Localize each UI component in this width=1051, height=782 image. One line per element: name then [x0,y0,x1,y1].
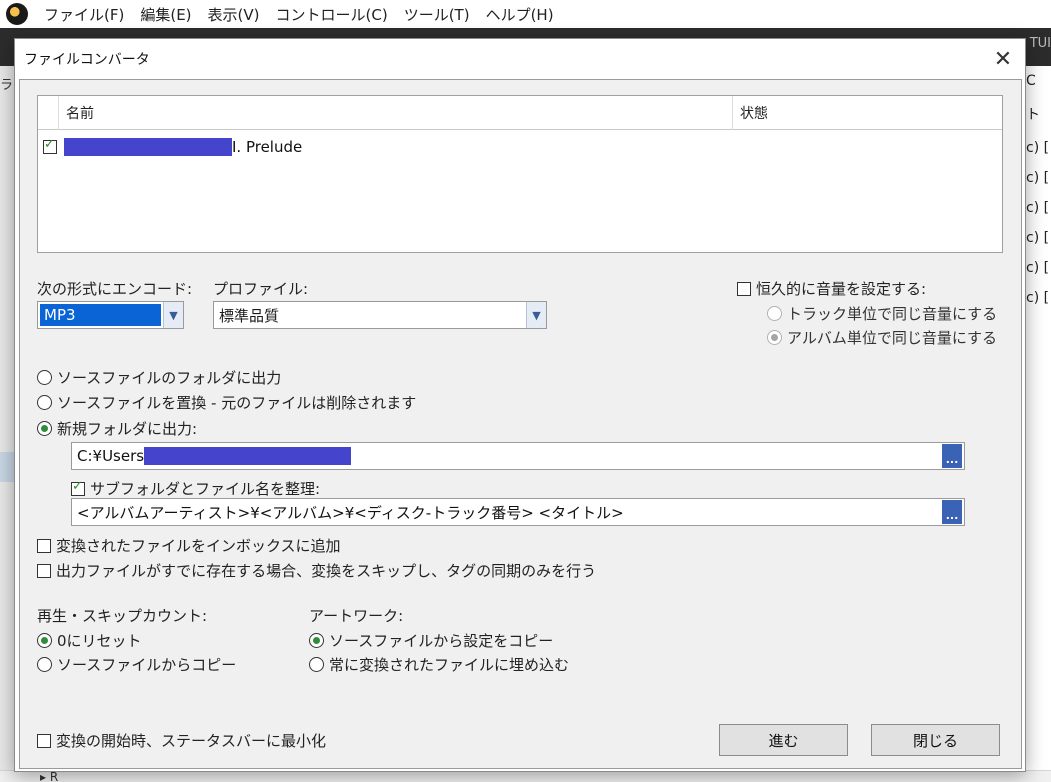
background-right-row: c) [ [1026,290,1050,306]
app-logo-icon[interactable] [6,3,28,25]
add-inbox-checkbox[interactable] [37,538,51,553]
menu-view[interactable]: 表示(V) [208,4,260,25]
profile-value: 標準品質 [219,306,280,325]
volume-album-radio[interactable] [767,330,782,345]
minimize-label: 変換の開始時、ステータスバーに最小化 [56,732,327,750]
volume-album-label: アルバム単位で同じ音量にする [787,329,998,347]
playcount-copy-label: ソースファイルからコピー [57,656,237,674]
output-new-folder-label: 新規フォルダに出力: [57,420,198,438]
artwork-embed-label: 常に変換されたファイルに埋め込む [329,656,570,674]
minimize-checkbox[interactable] [37,733,51,748]
artwork-copy-option[interactable]: ソースファイルから設定をコピー [309,630,553,651]
menu-tools[interactable]: ツール(T) [404,4,470,25]
filename-pattern-field[interactable]: <アルバムアーティスト>¥<アルバム>¥<ディスク-トラック番号> <タイトル>… [71,498,965,526]
list-item-title: I. Prelude [232,138,303,156]
pattern-browse-button[interactable]: ... [942,500,962,524]
playcount-copy-option[interactable]: ソースファイルからコピー [37,654,236,675]
proceed-button[interactable]: 進む [719,724,848,756]
skip-existing-label: 出力ファイルがすでに存在する場合、変換をスキップし、タグの同期のみを行う [56,562,597,580]
background-left-selection [0,452,14,482]
volume-track-label: トラック単位で同じ音量にする [787,305,998,323]
add-inbox-row[interactable]: 変換されたファイルをインボックスに追加 [37,535,341,556]
volume-track-option[interactable]: トラック単位で同じ音量にする [767,303,997,324]
volume-label: 恒久的に音量を設定する: [756,280,927,298]
browse-button[interactable]: ... [942,444,962,468]
artwork-label: アートワーク: [309,607,404,625]
organize-checkbox-row[interactable]: サブフォルダとファイル名を整理: [71,478,320,499]
background-left-text: ラ [0,78,14,93]
background-right-row: c) [ [1026,140,1050,156]
menu-edit[interactable]: 編集(E) [140,4,191,25]
dialog-title-bar[interactable]: ファイルコンバータ ✕ [15,39,1025,79]
output-source-folder-radio[interactable] [37,370,52,385]
encode-format-value: MP3 [40,304,161,326]
background-left-pane [0,66,14,782]
playcount-reset-option[interactable]: 0にリセット [37,630,142,651]
background-right-row: c) [ [1026,230,1050,246]
volume-checkbox[interactable] [737,281,751,296]
output-source-folder-label: ソースファイルのフォルダに出力 [57,369,282,387]
background-right-row: ト [1026,107,1040,123]
chevron-down-icon[interactable]: ▼ [163,302,183,328]
background-right-row: c) [ [1026,170,1050,186]
background-right-row: c) [ [1026,260,1050,276]
encode-label: 次の形式にエンコード: [37,280,193,298]
playcount-reset-label: 0にリセット [57,632,142,650]
output-path-value[interactable]: C:¥Users [72,447,942,465]
organize-label: サブフォルダとファイル名を整理: [90,480,321,498]
file-list[interactable]: 名前 状態 I. Prelude [37,95,1003,253]
artwork-embed-radio[interactable] [309,657,324,672]
output-new-folder-radio[interactable] [37,421,52,436]
dialog-title: ファイルコンバータ [24,52,150,68]
artwork-embed-option[interactable]: 常に変換されたファイルに埋め込む [309,654,569,675]
menu-file[interactable]: ファイル(F) [44,4,124,25]
redacted-block [64,138,232,156]
volume-track-radio[interactable] [767,306,782,321]
background-right-row: C [1026,73,1036,89]
add-inbox-label: 変換されたファイルをインボックスに追加 [56,537,341,555]
dialog-body: 名前 状態 I. Prelude 次の形式にエンコード: MP3 ▼ プロファイ… [19,79,1022,769]
redacted-block [144,447,352,465]
close-icon[interactable]: ✕ [989,45,1017,73]
artwork-copy-label: ソースファイルから設定をコピー [329,632,554,650]
output-replace-radio[interactable] [37,395,52,410]
artwork-copy-radio[interactable] [309,633,324,648]
list-item-checkbox[interactable] [43,137,57,154]
list-item[interactable]: I. Prelude [38,136,1002,158]
column-header-check[interactable] [38,96,59,130]
encode-format-select[interactable]: MP3 ▼ [37,301,184,329]
playcount-copy-radio[interactable] [37,657,52,672]
chevron-down-icon[interactable]: ▼ [526,302,546,328]
filename-pattern-value[interactable]: <アルバムアーティスト>¥<アルバム>¥<ディスク-トラック番号> <タイトル> [72,502,942,523]
toolbar-band-text: TUI [1029,36,1051,51]
minimize-row[interactable]: 変換の開始時、ステータスバーに最小化 [37,730,326,751]
close-button[interactable]: 閉じる [871,724,1000,756]
volume-checkbox-row[interactable]: 恒久的に音量を設定する: [737,278,926,299]
menu-bar: ファイル(F) 編集(E) 表示(V) コントロール(C) ツール(T) ヘルプ… [0,0,1051,28]
organize-checkbox[interactable] [71,479,85,496]
skip-existing-checkbox[interactable] [37,563,51,578]
profile-label: プロファイル: [213,280,309,298]
column-header-status[interactable]: 状態 [733,96,1004,130]
menu-help[interactable]: ヘルプ(H) [486,4,554,25]
menu-control[interactable]: コントロール(C) [276,4,388,25]
background-right-row: c) [ [1026,200,1050,216]
file-converter-dialog: ファイルコンバータ ✕ 名前 状態 I. Prelude 次の形式にエンコード:… [14,38,1026,772]
output-path-prefix: C:¥Users [77,447,145,465]
list-header: 名前 状態 [38,96,1002,130]
output-replace-option[interactable]: ソースファイルを置換 - 元のファイルは削除されます [37,392,416,413]
output-replace-label: ソースファイルを置換 - 元のファイルは削除されます [57,394,417,412]
profile-select[interactable]: 標準品質 ▼ [213,301,547,329]
output-new-folder-option[interactable]: 新規フォルダに出力: [37,418,197,439]
playcount-reset-radio[interactable] [37,633,52,648]
column-header-name[interactable]: 名前 [59,96,733,130]
output-source-folder-option[interactable]: ソースファイルのフォルダに出力 [37,367,281,388]
skip-existing-row[interactable]: 出力ファイルがすでに存在する場合、変換をスキップし、タグの同期のみを行う [37,560,596,581]
volume-album-option[interactable]: アルバム単位で同じ音量にする [767,327,997,348]
output-path-field[interactable]: C:¥Users ... [71,442,965,470]
playcount-label: 再生・スキップカウント: [37,607,208,625]
